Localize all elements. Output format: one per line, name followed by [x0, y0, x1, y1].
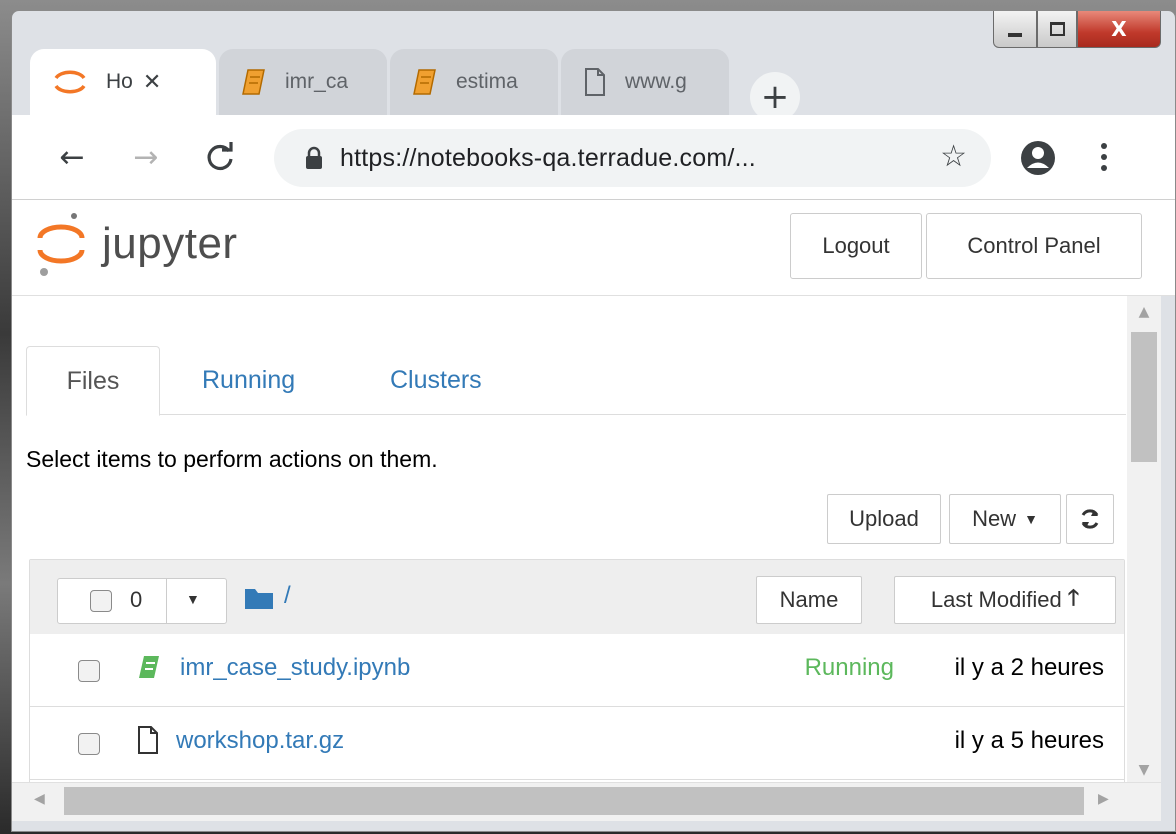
account-icon — [1021, 141, 1055, 175]
file-icon — [138, 726, 158, 754]
reload-button[interactable] — [200, 137, 240, 177]
tab-imr-case[interactable]: imr_ca — [219, 49, 387, 115]
arrow-left-icon: ← — [59, 139, 85, 175]
jupyter-logo-icon — [52, 64, 88, 100]
file-row-notebook[interactable]: imr_case_study.ipynb Running il y a 2 he… — [30, 634, 1124, 707]
sort-by-name-button[interactable]: Name — [756, 576, 862, 624]
browser-toolbar: ← → https://notebooks-qa.terradue.com/..… — [12, 115, 1175, 200]
dashboard-tabs: Files Running Clusters — [26, 346, 1126, 416]
horizontal-scroll-thumb[interactable] — [64, 787, 1084, 815]
logout-button[interactable]: Logout — [790, 213, 922, 279]
select-dropdown-caret-icon[interactable]: ▼ — [186, 591, 200, 607]
tab-estima[interactable]: estima — [390, 49, 558, 115]
tab-www[interactable]: www.g — [561, 49, 729, 115]
browser-menu-button[interactable] — [1094, 137, 1114, 177]
kebab-menu-icon — [1101, 143, 1107, 171]
jupyter-logo[interactable]: jupyter — [34, 208, 238, 280]
tab-title: www.g — [625, 70, 687, 93]
last-modified-value: il y a 5 heures — [954, 727, 1104, 754]
forward-button[interactable]: → — [126, 137, 166, 177]
url-text: https://notebooks-qa.terradue.com/... — [340, 143, 756, 172]
plus-icon: + — [760, 77, 790, 117]
jupyter-header: jupyter Logout Control Panel — [12, 200, 1175, 296]
last-modified-value: il y a 2 heures — [954, 654, 1104, 681]
file-list-header: 0 ▼ / Name Last Modified 🡑 — [30, 560, 1124, 635]
arrow-right-icon: → — [133, 139, 159, 175]
maximize-icon — [1049, 22, 1065, 36]
running-status: Running — [804, 654, 894, 681]
profile-button[interactable] — [1019, 139, 1057, 182]
new-dropdown-button[interactable]: New ▼ — [949, 494, 1061, 544]
page-icon — [583, 67, 607, 97]
vertical-scrollbar[interactable]: ▲ ▼ — [1127, 296, 1161, 782]
tab-close-icon[interactable]: ✕ — [143, 70, 161, 95]
tab-home[interactable]: Ho ✕ — [30, 49, 216, 115]
caret-down-icon: ▼ — [1024, 511, 1038, 527]
scroll-up-arrow-icon[interactable]: ▲ — [1127, 304, 1161, 324]
sort-by-last-modified-button[interactable]: Last Modified 🡑 — [894, 576, 1116, 624]
refresh-icon — [1081, 509, 1099, 529]
horizontal-scrollbar[interactable]: ◀ ▶ — [12, 782, 1161, 821]
vertical-scroll-thumb[interactable] — [1131, 332, 1157, 462]
address-bar[interactable]: https://notebooks-qa.terradue.com/... ☆ — [274, 129, 991, 187]
select-all-checkbox[interactable] — [90, 590, 112, 612]
last-modified-label: Last Modified — [930, 587, 1062, 612]
row-checkbox[interactable] — [78, 660, 100, 682]
notebook-icon — [241, 67, 267, 97]
notebook-icon — [412, 67, 438, 97]
file-list: 0 ▼ / Name Last Modified 🡑 imr_case_stud… — [29, 559, 1125, 782]
help-text: Select items to perform actions on them. — [26, 446, 438, 472]
refresh-button[interactable] — [1066, 494, 1114, 544]
scroll-down-arrow-icon[interactable]: ▼ — [1127, 762, 1161, 782]
new-label: New — [972, 506, 1017, 531]
dashboard-content: Files Running Clusters Select items to p… — [12, 296, 1127, 782]
file-name-link[interactable]: imr_case_study.ipynb — [180, 654, 410, 682]
row-checkbox[interactable] — [78, 733, 100, 755]
tab-running[interactable]: Running — [202, 346, 295, 414]
select-all-group: 0 ▼ — [57, 578, 227, 624]
control-panel-button[interactable]: Control Panel — [926, 213, 1142, 279]
breadcrumb-root[interactable]: / — [284, 582, 291, 610]
notebook-icon — [139, 656, 159, 678]
back-button[interactable]: ← — [52, 137, 92, 177]
selected-count: 0 — [130, 587, 143, 612]
bookmark-star-icon[interactable]: ☆ — [940, 139, 967, 174]
tab-title: estima — [456, 70, 518, 93]
tab-strip: Ho ✕ imr_ca estima www.g + — [12, 37, 1175, 122]
jupyter-logo-icon — [37, 213, 85, 276]
tab-title: imr_ca — [285, 70, 349, 93]
scroll-right-arrow-icon[interactable]: ▶ — [1098, 791, 1109, 807]
arrow-up-icon: 🡑 — [1067, 586, 1080, 611]
jupyter-logo-text: jupyter — [102, 219, 238, 268]
tab-title: Ho — [106, 70, 133, 93]
reload-icon — [207, 142, 233, 171]
file-name-link[interactable]: workshop.tar.gz — [176, 727, 344, 755]
folder-icon — [245, 589, 273, 609]
scroll-left-arrow-icon[interactable]: ◀ — [34, 791, 45, 807]
file-row-archive[interactable]: workshop.tar.gz il y a 5 heures — [30, 707, 1124, 780]
browser-window: X Ho ✕ imr_ca estima www.g + ← → https:/… — [11, 10, 1176, 832]
tab-files[interactable]: Files — [26, 346, 160, 416]
lock-icon — [306, 146, 322, 169]
upload-button[interactable]: Upload — [827, 494, 941, 544]
tab-clusters[interactable]: Clusters — [390, 346, 482, 414]
